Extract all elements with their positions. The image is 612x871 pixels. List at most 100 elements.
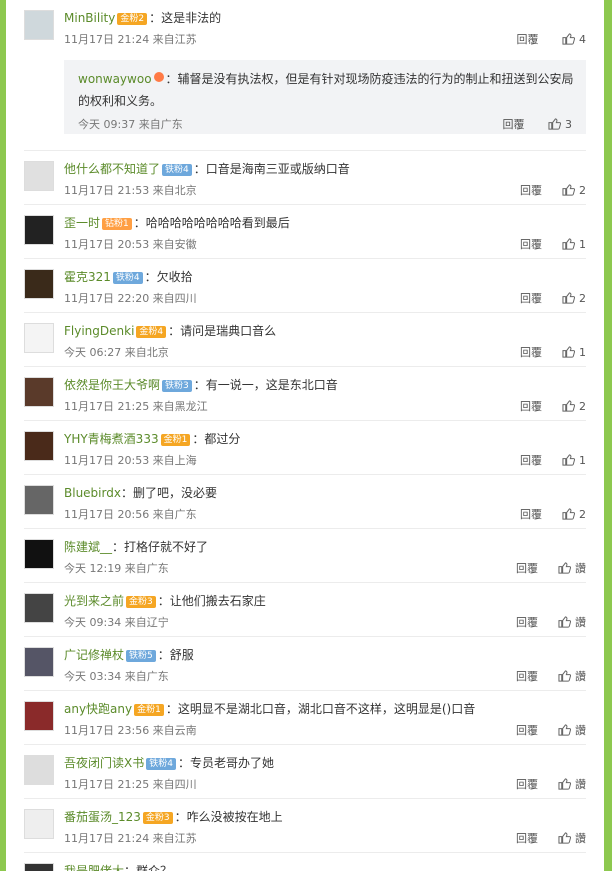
avatar[interactable]: [24, 863, 54, 871]
avatar[interactable]: [24, 161, 54, 191]
reply-button[interactable]: 回覆: [516, 670, 538, 683]
comment-item: any快跑any 金粉1 ：这明显不是湖北口音，湖北口音不这样，这明显是()口音 1…: [24, 691, 586, 745]
comment-text: ：这明显不是湖北口音，湖北口音不这样，这明显是()口音: [165, 702, 476, 716]
comment-text: ：口音是海南三亚或版纳口音: [193, 162, 350, 176]
reply-button[interactable]: 回覆: [520, 184, 542, 197]
comment-username[interactable]: MinBility: [64, 11, 115, 25]
comment-username[interactable]: YHY青梅煮酒333: [64, 432, 159, 446]
comment-username[interactable]: 吾夜闭门读X书: [64, 756, 144, 770]
comment-item: YHY青梅煮酒333 金粉1 ：都过分 11月17日 20:53 来自上海 回覆 1: [24, 421, 586, 475]
reply-button[interactable]: 回覆: [517, 33, 539, 46]
reply-username[interactable]: wonwaywoo: [78, 72, 152, 86]
reply-button[interactable]: 回覆: [520, 346, 542, 359]
thumbs-up-icon[interactable]: [558, 670, 571, 682]
thumbs-up-icon[interactable]: [558, 832, 571, 844]
thumbs-up-icon[interactable]: [562, 346, 575, 358]
fan-badge: 金粉4: [136, 326, 167, 338]
avatar[interactable]: [24, 485, 54, 515]
comment-panel: MinBility 金粉2 ：这是非法的 11月17日 21:24 来自江苏 回覆 …: [6, 0, 604, 871]
thumbs-up-icon[interactable]: [562, 508, 575, 520]
comment-username[interactable]: 番茄蛋汤_123: [64, 810, 141, 824]
reply-button[interactable]: 回覆: [516, 724, 538, 737]
thumbs-up-icon[interactable]: [562, 400, 575, 412]
avatar[interactable]: [24, 539, 54, 569]
comment-meta: 11月17日 21:25 来自黑龙江: [64, 400, 208, 413]
avatar[interactable]: [24, 593, 54, 623]
thumbs-up-icon[interactable]: [562, 184, 575, 196]
avatar[interactable]: [24, 377, 54, 407]
reply-button[interactable]: 回覆: [516, 616, 538, 629]
thumbs-up-icon[interactable]: [558, 778, 571, 790]
comment-username[interactable]: 广记修禅杖: [64, 648, 124, 662]
avatar[interactable]: [24, 269, 54, 299]
fan-badge: [153, 72, 164, 82]
comment-username[interactable]: 歪一时: [64, 216, 100, 230]
comment-item: 光到来之前 金粉3 ：让他们搬去石家庄 今天 09:34 来自辽宁 回覆 讚: [24, 583, 586, 637]
like-count: 讚: [575, 724, 586, 737]
reply-button[interactable]: 回覆: [520, 508, 542, 521]
avatar[interactable]: [24, 10, 54, 40]
comment-meta: 11月17日 20:56 来自广东: [64, 508, 197, 521]
reply-button[interactable]: 回覆: [516, 778, 538, 791]
avatar[interactable]: [24, 647, 54, 677]
reply-button[interactable]: 回覆: [520, 400, 542, 413]
like-count: 2: [579, 508, 586, 521]
comment-text: ：都过分: [192, 432, 241, 446]
avatar[interactable]: [24, 809, 54, 839]
comment-meta: 11月17日 22:20 来自四川: [64, 292, 197, 305]
comment-username[interactable]: 陈建斌__: [64, 540, 112, 554]
like-count: 1: [579, 346, 586, 359]
like-count: 2: [579, 400, 586, 413]
comment-username[interactable]: 霍克321: [64, 270, 111, 284]
comment-meta: 今天 06:27 来自北京: [64, 346, 169, 359]
like-count: 1: [579, 238, 586, 251]
avatar[interactable]: [24, 323, 54, 353]
avatar[interactable]: [24, 431, 54, 461]
comment-text: ：打格仔就不好了: [112, 540, 209, 554]
comment-text: ：删了吧，没必要: [120, 486, 217, 500]
comment-username[interactable]: 我是肥佬大: [64, 864, 124, 871]
like-count: 讚: [575, 562, 586, 575]
comment-item: 我是肥佬大：群众？ 11月17日 21:20 来自广西 回覆讚: [24, 853, 586, 871]
reply-button[interactable]: 回覆: [516, 562, 538, 575]
thumbs-up-icon[interactable]: [548, 118, 561, 130]
comment-username[interactable]: any快跑any: [64, 702, 132, 716]
fan-badge: 铁粉3: [162, 380, 192, 392]
fan-badge: 金粉3: [142, 812, 173, 824]
thumbs-up-icon[interactable]: [558, 616, 571, 628]
comment-text: ：欠收拾: [144, 270, 193, 284]
fan-badge: 铁粉4: [112, 272, 143, 284]
thumbs-up-icon[interactable]: [558, 724, 571, 736]
like-count: 讚: [575, 778, 586, 791]
thumbs-up-icon[interactable]: [562, 238, 575, 250]
comment-meta: 今天 09:34 来自辽宁: [64, 616, 169, 629]
comment-username[interactable]: 光到来之前: [64, 594, 124, 608]
thumbs-up-icon[interactable]: [562, 454, 575, 466]
like-count: 2: [579, 292, 586, 305]
comment-meta: 11月17日 21:53 来自北京: [64, 184, 197, 197]
thumbs-up-icon[interactable]: [562, 33, 575, 45]
reply-button[interactable]: 回覆: [520, 292, 542, 305]
like-count: 3: [565, 118, 572, 131]
avatar[interactable]: [24, 215, 54, 245]
comment-meta: 11月17日 21:24 来自江苏: [64, 33, 197, 46]
comment-meta: 今天 12:19 来自广东: [64, 562, 169, 575]
comment-meta: 11月17日 23:56 来自云南: [64, 724, 197, 737]
comment-meta: 今天 03:34 来自广东: [64, 670, 169, 683]
comment-item: 歪一时 钻粉1 ：哈哈哈哈哈哈哈哈看到最后 11月17日 20:53 来自安徽 回覆…: [24, 205, 586, 259]
thumbs-up-icon[interactable]: [558, 562, 571, 574]
avatar[interactable]: [24, 701, 54, 731]
reply-button[interactable]: 回覆: [516, 832, 538, 845]
avatar[interactable]: [24, 755, 54, 785]
reply-button[interactable]: 回覆: [503, 118, 525, 131]
thumbs-up-icon[interactable]: [562, 292, 575, 304]
comment-username[interactable]: FlyingDenki: [64, 324, 134, 338]
comment-username[interactable]: 他什么都不知道了: [64, 162, 160, 176]
like-count: 1: [579, 454, 586, 467]
comment-text: ：专员老哥办了她: [177, 756, 274, 770]
comment-username[interactable]: Bluebirdx: [64, 486, 121, 500]
comment-username[interactable]: 依然是你王大爷啊: [64, 378, 160, 392]
reply-button[interactable]: 回覆: [520, 454, 542, 467]
fan-badge: 金粉1: [160, 434, 191, 446]
reply-button[interactable]: 回覆: [520, 238, 542, 251]
